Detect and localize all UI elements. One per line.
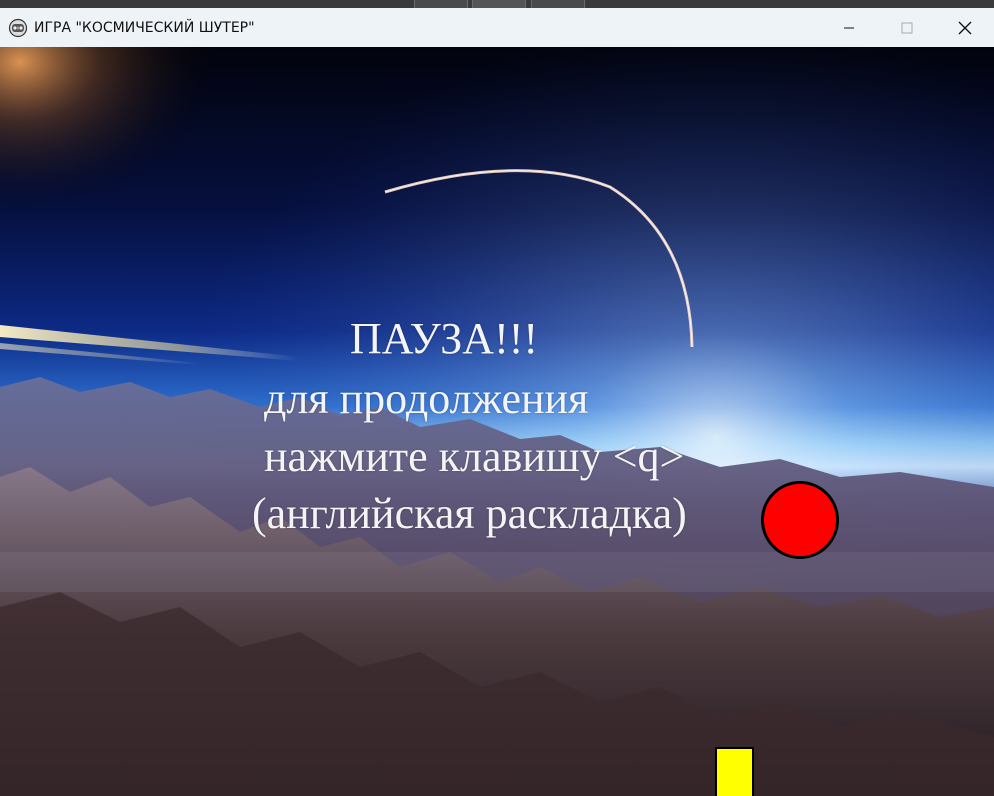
taskbar-thumb (472, 0, 526, 8)
game-window: ИГРА "КОСМИЧЕСКИЙ ШУТЕР" ПАУЗА!!! для пр… (0, 0, 994, 796)
minimize-button[interactable] (820, 8, 878, 47)
minimize-icon (844, 27, 854, 28)
pause-title: ПАУЗА!!! (350, 314, 539, 363)
window-title: ИГРА "КОСМИЧЕСКИЙ ШУТЕР" (34, 19, 255, 36)
pause-instruction-line: (английская раскладка) (252, 489, 687, 538)
game-controller-icon (8, 18, 28, 37)
pause-instruction-line: нажмите клавишу <q> (264, 432, 685, 481)
enemy-ball (761, 481, 839, 559)
title-bar[interactable]: ИГРА "КОСМИЧЕСКИЙ ШУТЕР" (0, 8, 994, 47)
maximize-button[interactable] (878, 8, 936, 47)
taskbar-preview-strip (0, 0, 994, 8)
maximize-icon (901, 22, 913, 33)
player-ship (715, 747, 754, 796)
game-canvas[interactable]: ПАУЗА!!! для продолжения нажмите клавишу… (0, 47, 994, 796)
taskbar-thumb (531, 0, 585, 8)
close-icon (958, 21, 972, 34)
taskbar-thumb (414, 0, 468, 8)
close-button[interactable] (936, 8, 994, 47)
pause-instruction-line: для продолжения (264, 374, 589, 423)
